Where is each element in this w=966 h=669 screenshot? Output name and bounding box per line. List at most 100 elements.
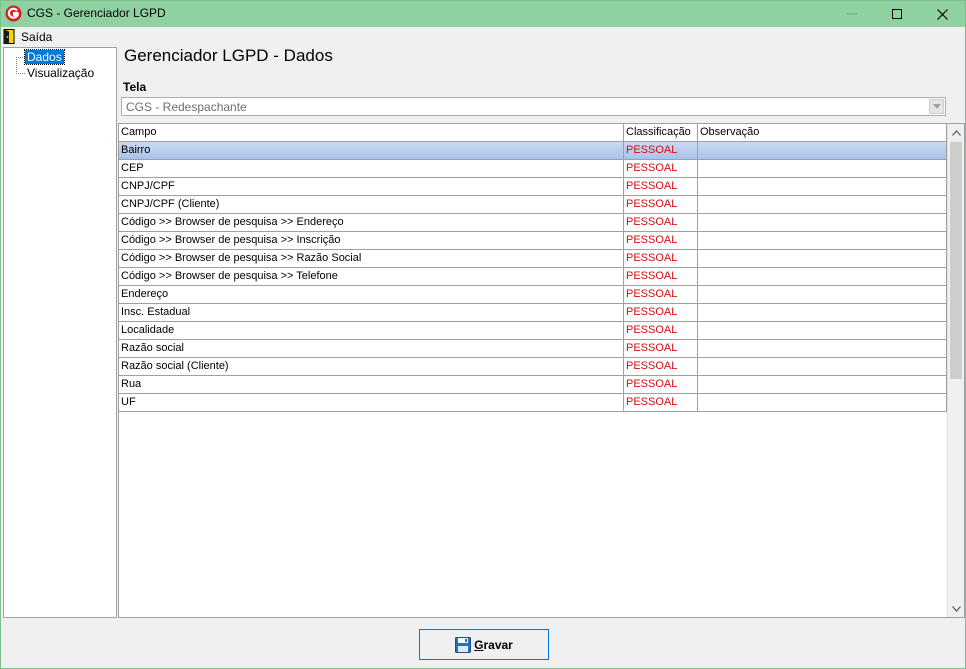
cell-campo[interactable]: Código >> Browser de pesquisa >> Telefon…: [119, 268, 624, 285]
tree-connector: [16, 57, 25, 58]
cell-campo[interactable]: Razão social: [119, 340, 624, 357]
maximize-icon: [892, 9, 902, 19]
cell-campo[interactable]: UF: [119, 394, 624, 411]
table-row[interactable]: Localidade PESSOAL: [119, 322, 947, 340]
grid-vertical-scrollbar[interactable]: [947, 124, 964, 617]
title-bar[interactable]: CGS - Gerenciador LGPD: [1, 1, 965, 27]
cell-observacao[interactable]: [698, 304, 947, 321]
cell-campo[interactable]: Insc. Estadual: [119, 304, 624, 321]
tree-item-visualizacao[interactable]: Visualização: [25, 66, 96, 80]
table-row[interactable]: Endereço PESSOAL: [119, 286, 947, 304]
column-header-observacao[interactable]: Observação: [698, 124, 947, 141]
cell-campo[interactable]: Código >> Browser de pesquisa >> Razão S…: [119, 250, 624, 267]
window-title: CGS - Gerenciador LGPD: [27, 6, 166, 20]
column-header-classificacao[interactable]: Classificação: [624, 124, 698, 141]
cell-classificacao[interactable]: PESSOAL: [624, 304, 698, 321]
cell-campo[interactable]: CNPJ/CPF: [119, 178, 624, 195]
scrollbar-thumb[interactable]: [950, 142, 962, 379]
cell-classificacao[interactable]: PESSOAL: [624, 250, 698, 267]
tela-label: Tela: [123, 80, 147, 94]
cell-observacao[interactable]: [698, 142, 947, 159]
table-row[interactable]: CNPJ/CPF (Cliente) PESSOAL: [119, 196, 947, 214]
fields-grid[interactable]: Campo Classificação Observação Bairro PES…: [118, 123, 965, 618]
gravar-button[interactable]: Gravar: [419, 629, 549, 660]
menu-saida-label: Saída: [21, 29, 53, 44]
table-row[interactable]: UF PESSOAL: [119, 394, 947, 412]
table-row[interactable]: CEP PESSOAL: [119, 160, 947, 178]
cell-campo[interactable]: CEP: [119, 160, 624, 177]
cell-campo[interactable]: Rua: [119, 376, 624, 393]
tela-select[interactable]: CGS - Redespachante: [121, 97, 946, 116]
chevron-down-icon: [951, 605, 961, 612]
navigation-tree: Dados Visualização: [3, 47, 117, 618]
chevron-up-icon: [951, 129, 961, 136]
cell-observacao[interactable]: [698, 268, 947, 285]
cell-campo[interactable]: Código >> Browser de pesquisa >> Endereç…: [119, 214, 624, 231]
scroll-up-button[interactable]: [948, 124, 964, 141]
cell-campo[interactable]: Endereço: [119, 286, 624, 303]
tree-item-dados[interactable]: Dados: [24, 49, 65, 65]
cell-classificacao[interactable]: PESSOAL: [624, 232, 698, 249]
minimize-button[interactable]: [829, 1, 875, 27]
menu-saida[interactable]: Saída: [3, 28, 56, 45]
cell-classificacao[interactable]: PESSOAL: [624, 196, 698, 213]
tree-connector: [16, 73, 25, 74]
column-header-campo[interactable]: Campo: [119, 124, 624, 141]
cell-observacao[interactable]: [698, 160, 947, 177]
cell-campo[interactable]: Bairro: [119, 142, 624, 159]
page-title: Gerenciador LGPD - Dados: [124, 46, 333, 65]
gravar-button-label: Gravar: [474, 637, 513, 652]
cell-campo[interactable]: Localidade: [119, 322, 624, 339]
table-row[interactable]: Bairro PESSOAL: [119, 142, 947, 160]
table-row[interactable]: Insc. Estadual PESSOAL: [119, 304, 947, 322]
cell-classificacao[interactable]: PESSOAL: [624, 340, 698, 357]
cell-observacao[interactable]: [698, 376, 947, 393]
chevron-down-icon: [932, 104, 941, 109]
cell-classificacao[interactable]: PESSOAL: [624, 142, 698, 159]
floppy-disk-icon: [455, 636, 472, 653]
table-row[interactable]: Código >> Browser de pesquisa >> Telefon…: [119, 268, 947, 286]
main-window: CGS - Gerenciador LGPD Saída Dados Visua…: [0, 0, 966, 669]
cell-campo[interactable]: Razão social (Cliente): [119, 358, 624, 375]
cell-classificacao[interactable]: PESSOAL: [624, 322, 698, 339]
grid-header: Campo Classificação Observação: [119, 124, 947, 142]
cell-observacao[interactable]: [698, 214, 947, 231]
close-icon: [936, 8, 948, 20]
cell-campo[interactable]: CNPJ/CPF (Cliente): [119, 196, 624, 213]
cell-classificacao[interactable]: PESSOAL: [624, 214, 698, 231]
table-row[interactable]: Código >> Browser de pesquisa >> Endereç…: [119, 214, 947, 232]
cell-observacao[interactable]: [698, 358, 947, 375]
tree-connector: [16, 57, 17, 74]
scroll-down-button[interactable]: [948, 600, 964, 617]
cell-observacao[interactable]: [698, 322, 947, 339]
cell-observacao[interactable]: [698, 232, 947, 249]
cell-observacao[interactable]: [698, 394, 947, 411]
table-row[interactable]: Rua PESSOAL: [119, 376, 947, 394]
table-row[interactable]: Razão social PESSOAL: [119, 340, 947, 358]
cell-classificacao[interactable]: PESSOAL: [624, 178, 698, 195]
cell-observacao[interactable]: [698, 340, 947, 357]
cell-observacao[interactable]: [698, 286, 947, 303]
table-row[interactable]: Código >> Browser de pesquisa >> Inscriç…: [119, 232, 947, 250]
cell-classificacao[interactable]: PESSOAL: [624, 268, 698, 285]
tela-select-dropdown-button[interactable]: [929, 99, 944, 114]
tela-select-value: CGS - Redespachante: [126, 100, 247, 114]
maximize-button[interactable]: [874, 1, 920, 27]
cell-classificacao[interactable]: PESSOAL: [624, 394, 698, 411]
close-button[interactable]: [919, 1, 965, 27]
cell-classificacao[interactable]: PESSOAL: [624, 160, 698, 177]
cell-observacao[interactable]: [698, 196, 947, 213]
table-row[interactable]: Código >> Browser de pesquisa >> Razão S…: [119, 250, 947, 268]
table-row[interactable]: CNPJ/CPF PESSOAL: [119, 178, 947, 196]
cell-observacao[interactable]: [698, 250, 947, 267]
cell-classificacao[interactable]: PESSOAL: [624, 358, 698, 375]
cgs-logo-icon: [5, 5, 22, 22]
grid-rows: Bairro PESSOAL CEP PESSOAL CNPJ/CPF PESSOAL…: [119, 142, 947, 412]
minimize-icon: [847, 13, 857, 15]
cell-classificacao[interactable]: PESSOAL: [624, 376, 698, 393]
cell-classificacao[interactable]: PESSOAL: [624, 286, 698, 303]
exit-door-icon: [3, 29, 15, 44]
cell-observacao[interactable]: [698, 178, 947, 195]
cell-campo[interactable]: Código >> Browser de pesquisa >> Inscriç…: [119, 232, 624, 249]
table-row[interactable]: Razão social (Cliente) PESSOAL: [119, 358, 947, 376]
